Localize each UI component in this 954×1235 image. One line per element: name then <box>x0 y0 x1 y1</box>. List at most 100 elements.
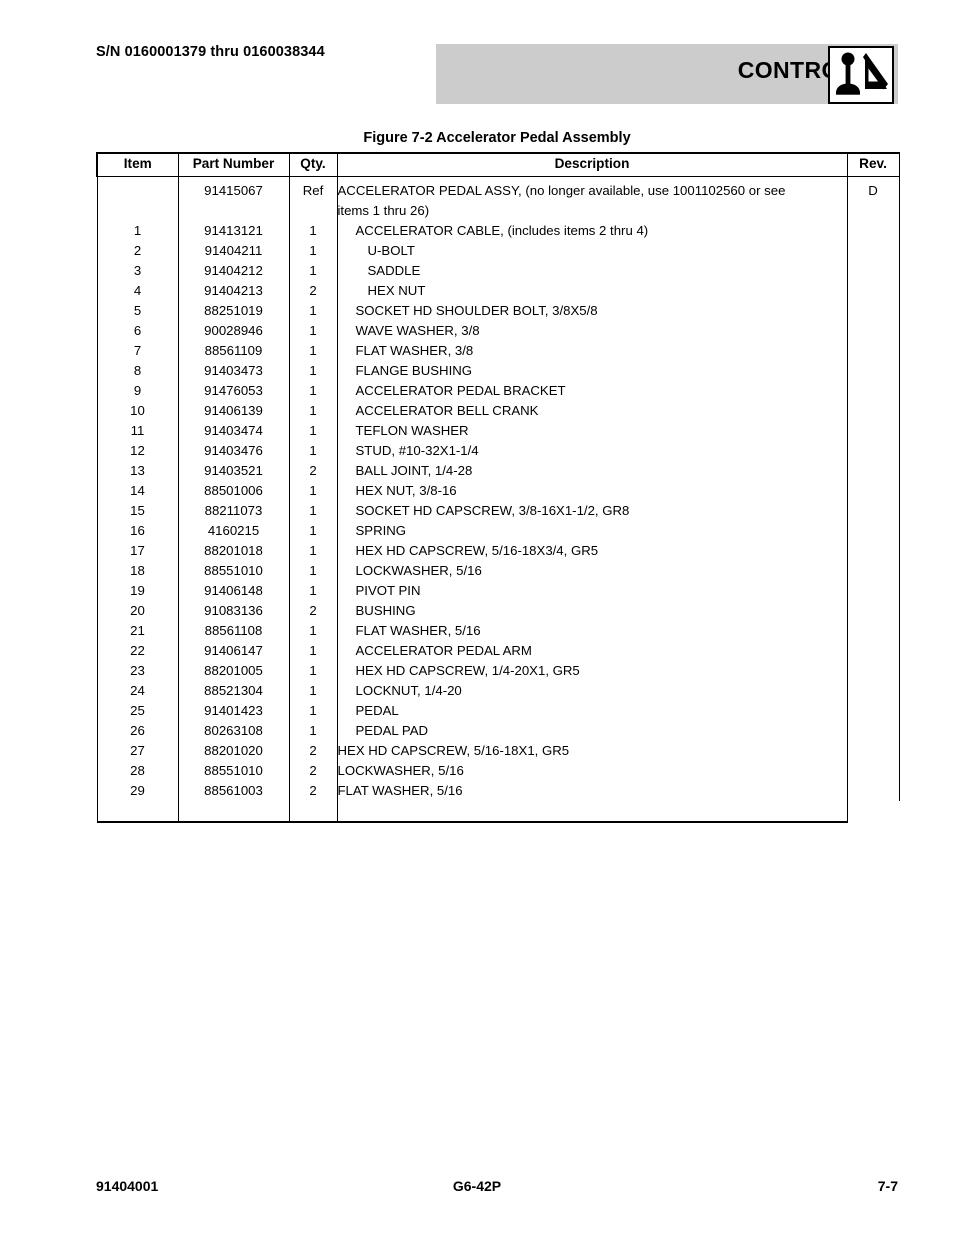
table-header-row: Item Part Number Qty. Description Rev. <box>96 151 900 177</box>
cell-qty: Ref <box>288 176 338 221</box>
cell-item: 2 <box>96 240 179 261</box>
table-row: 3 91404212 1 SADDLE <box>96 260 900 281</box>
cell-qty: 2 <box>288 600 338 621</box>
cell-part-number: 91413121 <box>177 220 290 241</box>
cell-qty: 1 <box>288 700 338 721</box>
empty-cell <box>846 800 899 822</box>
cell-description: ACCELERATOR BELL CRANK <box>336 400 848 421</box>
cell-item: 23 <box>96 660 179 681</box>
cell-part-number: 91403473 <box>177 360 290 381</box>
description-line: PIVOT PIN <box>355 582 421 598</box>
column-header-description: Description <box>336 151 848 177</box>
table-row: 18 88551010 1 LOCKWASHER, 5/16 <box>96 560 900 581</box>
description-line: HEX HD CAPSCREW, 5/16-18X3/4, GR5 <box>355 542 599 558</box>
table-row: 4 91404213 2 HEX NUT <box>96 280 900 301</box>
table-row: 28 88551010 2 LOCKWASHER, 5/16 <box>96 760 900 781</box>
cell-rev <box>846 220 900 241</box>
cell-qty: 1 <box>288 340 338 361</box>
cell-part-number: 91401423 <box>177 700 290 721</box>
table-row: 20 91083136 2 BUSHING <box>96 600 900 621</box>
cell-description: ACCELERATOR CABLE, (includes items 2 thr… <box>336 220 848 241</box>
cell-item: 15 <box>96 500 179 521</box>
table-row: 21 88561108 1 FLAT WASHER, 5/16 <box>96 620 900 641</box>
cell-description: PEDAL <box>336 700 848 721</box>
description-line: ACCELERATOR BELL CRANK <box>355 402 539 418</box>
footer-model: G6-42P <box>452 1178 502 1194</box>
cell-rev <box>846 620 900 641</box>
table-row: 27 88201020 2 HEX HD CAPSCREW, 5/16-18X1, G… <box>96 740 900 761</box>
cell-item: 3 <box>96 260 179 281</box>
cell-description: WAVE WASHER, 3/8 <box>336 320 848 341</box>
cell-item: 4 <box>96 280 179 301</box>
cell-item: 26 <box>96 720 179 741</box>
cell-qty: 2 <box>288 780 338 801</box>
cell-part-number: 91404213 <box>177 280 290 301</box>
table-row: 26 80263108 1 PEDAL PAD <box>96 720 900 741</box>
cell-description: FLAT WASHER, 5/16 <box>336 620 848 641</box>
cell-part-number: 91403521 <box>177 460 290 481</box>
cell-item: 24 <box>96 680 179 701</box>
description-line: STUD, #10-32X1-1/4 <box>355 442 479 458</box>
table-row: 29 88561003 2 FLAT WASHER, 5/16 <box>96 780 900 801</box>
cell-description: HEX NUT, 3/8-16 <box>336 480 848 501</box>
table-row: 15 88211073 1 SOCKET HD CAPSCREW, 3/8-16X1-… <box>96 500 900 521</box>
cell-part-number: 88521304 <box>177 680 290 701</box>
cell-qty: 1 <box>288 260 338 281</box>
cell-item: 12 <box>96 440 179 461</box>
cell-description: SOCKET HD SHOULDER BOLT, 3/8X5/8 <box>336 300 848 321</box>
description-line: LOCKWASHER, 5/16 <box>355 562 482 578</box>
cell-part-number: 91083136 <box>177 600 290 621</box>
cell-description: SPRING <box>336 520 848 541</box>
page-footer: 91404001 G6-42P 7-7 <box>0 1178 954 1202</box>
cell-description: U-BOLT <box>336 240 848 261</box>
cell-rev: D <box>846 176 900 221</box>
empty-cell <box>288 800 338 823</box>
table-row: 13 91403521 2 BALL JOINT, 1/4-28 <box>96 460 900 481</box>
table-row: 25 91401423 1 PEDAL <box>96 700 900 721</box>
table-row: 14 88501006 1 HEX NUT, 3/8-16 <box>96 480 900 501</box>
cell-part-number: 4160215 <box>177 520 290 541</box>
cell-part-number: 91476053 <box>177 380 290 401</box>
table-row: 5 88251019 1 SOCKET HD SHOULDER BOLT, 3/8X5… <box>96 300 900 321</box>
cell-item: 21 <box>96 620 179 641</box>
cell-rev <box>846 420 900 441</box>
serial-number-range: S/N 0160001379 thru 0160038344 <box>96 44 325 60</box>
table-row: 12 91403476 1 STUD, #10-32X1-1/4 <box>96 440 900 461</box>
cell-item: 11 <box>96 420 179 441</box>
cell-rev <box>846 360 900 381</box>
cell-qty: 1 <box>288 300 338 321</box>
cell-rev <box>846 240 900 261</box>
description-line: HEX HD CAPSCREW, 5/16-18X1, GR5 <box>337 742 570 758</box>
cell-rev <box>846 740 900 761</box>
description-line: BUSHING <box>355 602 416 618</box>
description-line: ACCELERATOR CABLE, (includes items 2 thr… <box>355 222 649 238</box>
cell-description: LOCKWASHER, 5/16 <box>336 560 848 581</box>
cell-part-number: 88561109 <box>177 340 290 361</box>
cell-qty: 1 <box>288 720 338 741</box>
cell-rev <box>846 560 900 581</box>
cell-item: 5 <box>96 300 179 321</box>
cell-item: 18 <box>96 560 179 581</box>
empty-cell <box>336 800 848 823</box>
cell-item: 19 <box>96 580 179 601</box>
cell-qty: 1 <box>288 400 338 421</box>
cell-part-number: 91415067 <box>177 176 290 221</box>
cell-part-number: 91404212 <box>177 260 290 281</box>
cell-item <box>96 176 179 221</box>
page-header: S/N 0160001379 thru 0160038344 CONTROLS <box>0 0 954 112</box>
figure-title: Figure 7-2 Accelerator Pedal Assembly <box>363 130 631 146</box>
description-line: U-BOLT <box>367 242 415 258</box>
table-row: 23 88201005 1 HEX HD CAPSCREW, 1/4-20X1, GR… <box>96 660 900 681</box>
cell-rev <box>846 440 900 461</box>
cell-item: 14 <box>96 480 179 501</box>
cell-item: 28 <box>96 760 179 781</box>
cell-item: 27 <box>96 740 179 761</box>
cell-description: FLAT WASHER, 3/8 <box>336 340 848 361</box>
cell-description: HEX HD CAPSCREW, 1/4-20X1, GR5 <box>336 660 848 681</box>
cell-qty: 2 <box>288 740 338 761</box>
cell-item: 20 <box>96 600 179 621</box>
cell-part-number: 90028946 <box>177 320 290 341</box>
cell-rev <box>846 700 900 721</box>
cell-qty: 1 <box>288 440 338 461</box>
cell-part-number: 88551010 <box>177 560 290 581</box>
